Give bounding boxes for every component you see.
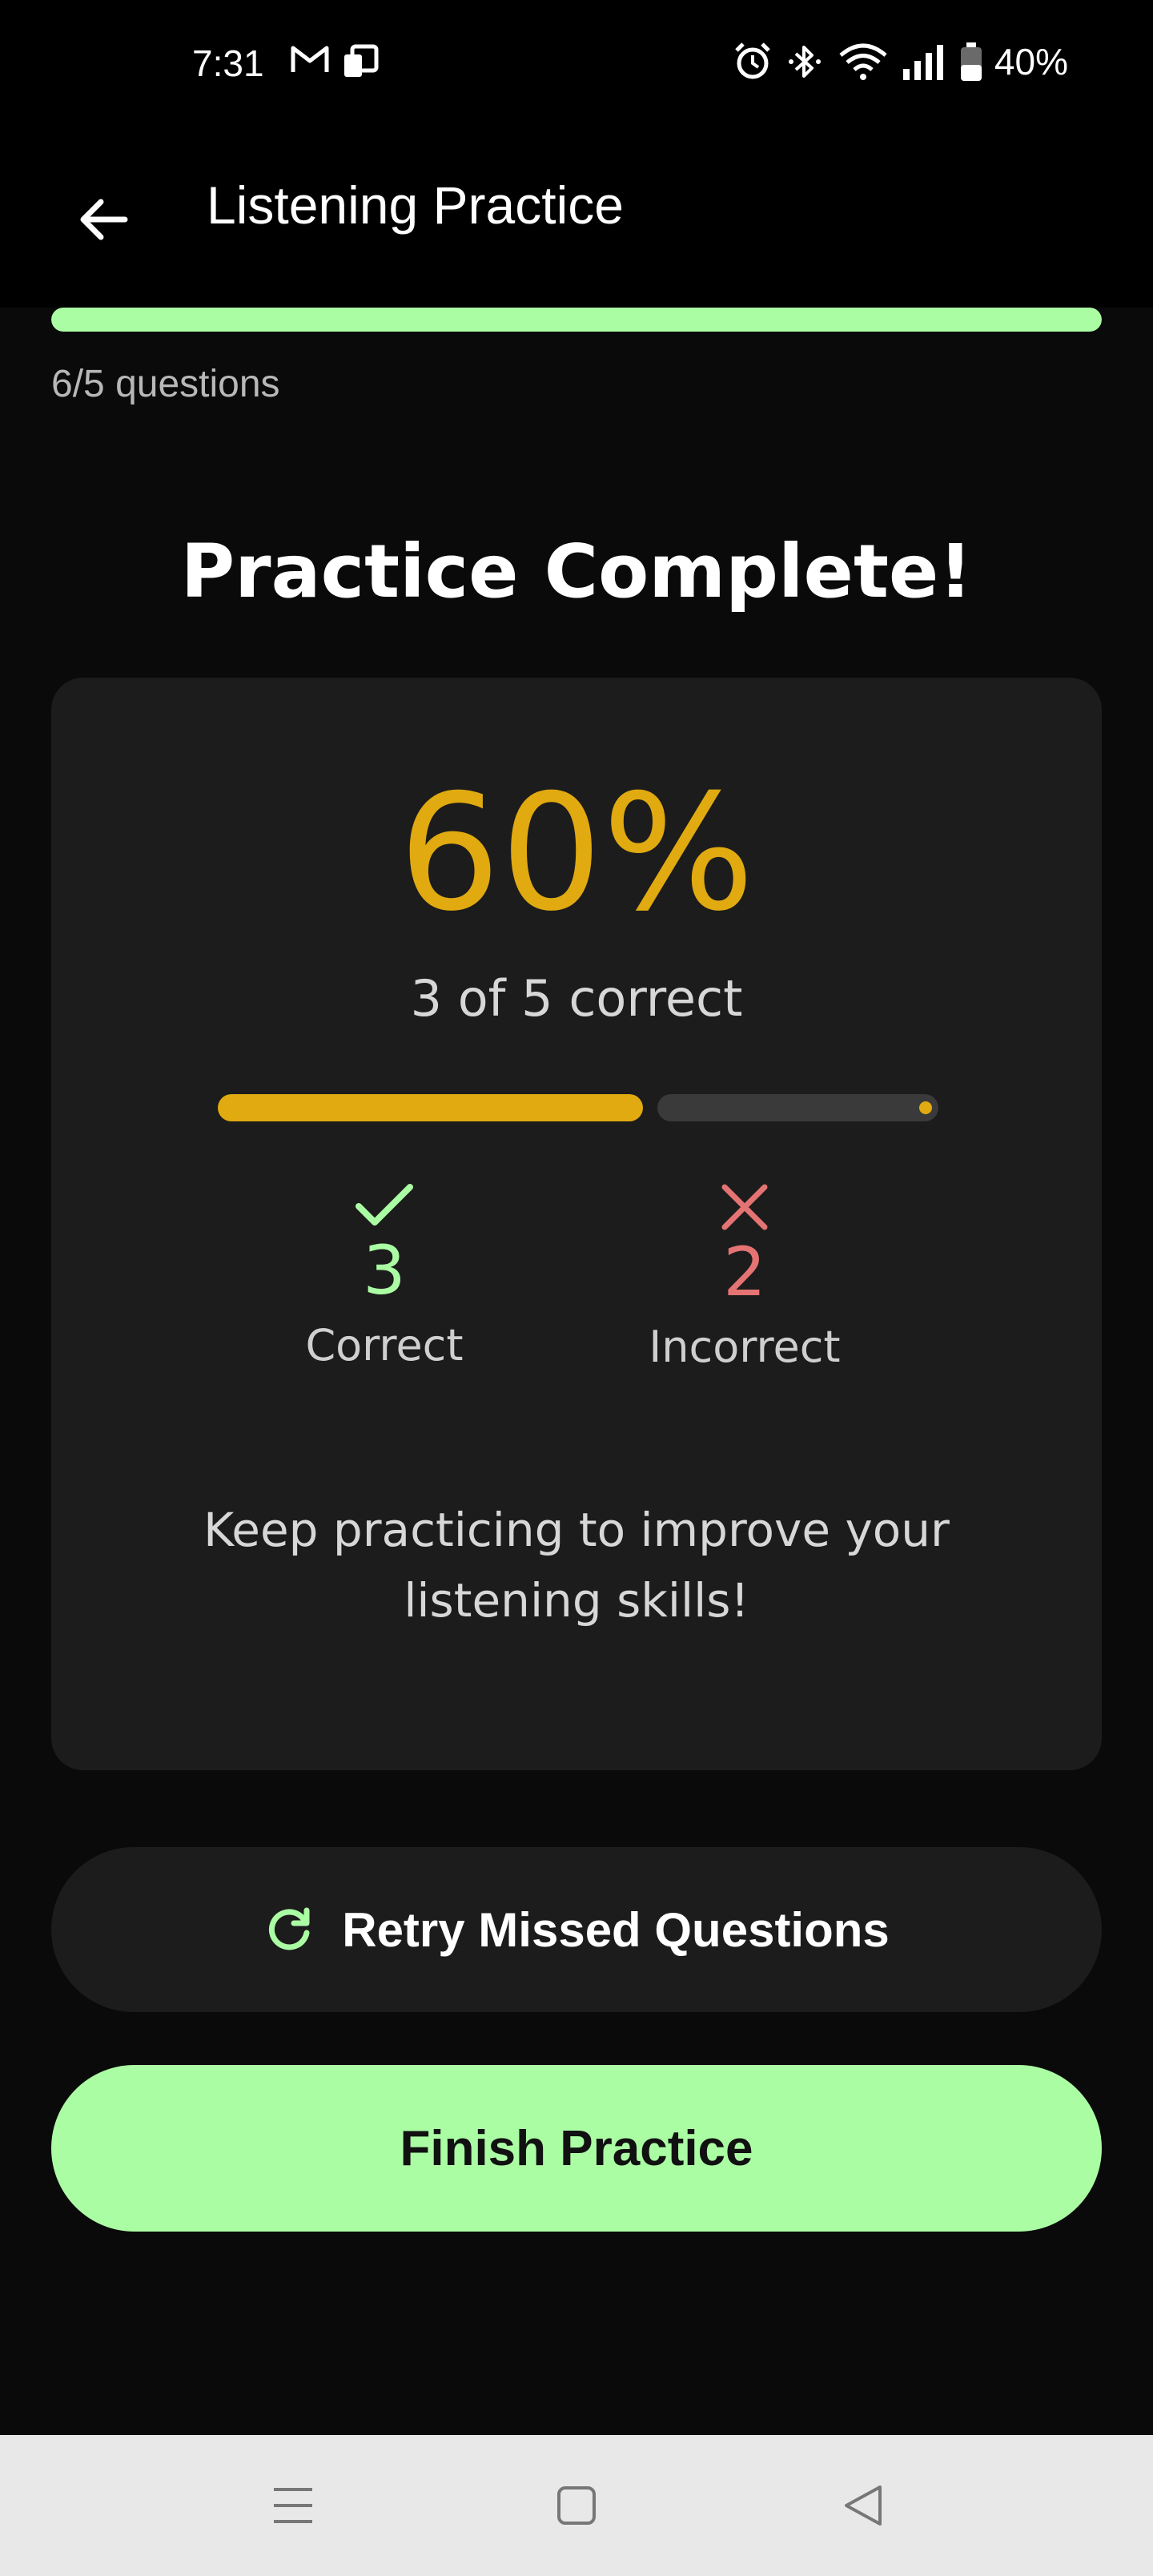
- score-bar-correct: [218, 1094, 643, 1121]
- device-icon: [344, 44, 379, 77]
- alarm-icon: [735, 42, 770, 79]
- signal-icon: [902, 45, 943, 80]
- status-time: 7:31: [192, 42, 264, 84]
- completion-title: Practice Complete!: [180, 529, 973, 614]
- home-icon: [557, 2486, 596, 2525]
- score-bar-remaining: [657, 1094, 938, 1121]
- retry-missed-label: Retry Missed Questions: [342, 1902, 890, 1957]
- finish-practice-button[interactable]: Finish Practice: [51, 2065, 1102, 2232]
- gmail-icon: [291, 46, 329, 72]
- back-icon: [845, 2485, 882, 2526]
- status-bar: 7:31 40%: [0, 0, 1153, 133]
- check-icon: [356, 1184, 413, 1226]
- incorrect-label: Incorrect: [649, 1322, 841, 1372]
- correct-stat: 3 Correct: [264, 1182, 504, 1371]
- page-title: Listening Practice: [207, 175, 624, 235]
- nav-recents-button[interactable]: [258, 2470, 328, 2541]
- question-progress-fill: [51, 308, 1102, 332]
- app-bar: Listening Practice: [0, 133, 1153, 308]
- score-summary: 3 of 5 correct: [410, 969, 743, 1028]
- battery-percent: 40%: [994, 41, 1068, 83]
- result-card: 60% 3 of 5 correct 3 Correct 2 Incorrect…: [51, 678, 1102, 1770]
- nav-home-button[interactable]: [541, 2470, 612, 2541]
- system-nav-bar: [0, 2435, 1153, 2576]
- correct-label: Correct: [305, 1320, 464, 1371]
- refresh-icon: [269, 1907, 310, 1950]
- retry-missed-button[interactable]: Retry Missed Questions: [51, 1847, 1102, 2012]
- score-percentage: 60%: [398, 760, 755, 947]
- score-bar-end-dot: [919, 1101, 932, 1114]
- close-icon: [721, 1184, 768, 1230]
- incorrect-count: 2: [723, 1233, 766, 1311]
- back-button[interactable]: [64, 181, 141, 258]
- battery-icon: [960, 42, 982, 81]
- question-progress-bar: [51, 308, 1102, 332]
- status-icons-right: 40%: [732, 40, 1068, 83]
- incorrect-stat: 2 Incorrect: [625, 1182, 865, 1372]
- finish-practice-label: Finish Practice: [400, 2120, 753, 2176]
- correct-count: 3: [363, 1231, 406, 1310]
- status-icons-left: [290, 43, 380, 78]
- menu-icon: [274, 2488, 312, 2523]
- wifi-icon: [839, 43, 887, 80]
- arrow-left-icon: [80, 199, 128, 240]
- nav-back-button[interactable]: [828, 2470, 898, 2541]
- encouragement-message: Keep practicing to improve your listenin…: [203, 1503, 950, 1628]
- question-progress-label: 6/5 questions: [51, 363, 280, 405]
- bluetooth-icon: [788, 46, 821, 78]
